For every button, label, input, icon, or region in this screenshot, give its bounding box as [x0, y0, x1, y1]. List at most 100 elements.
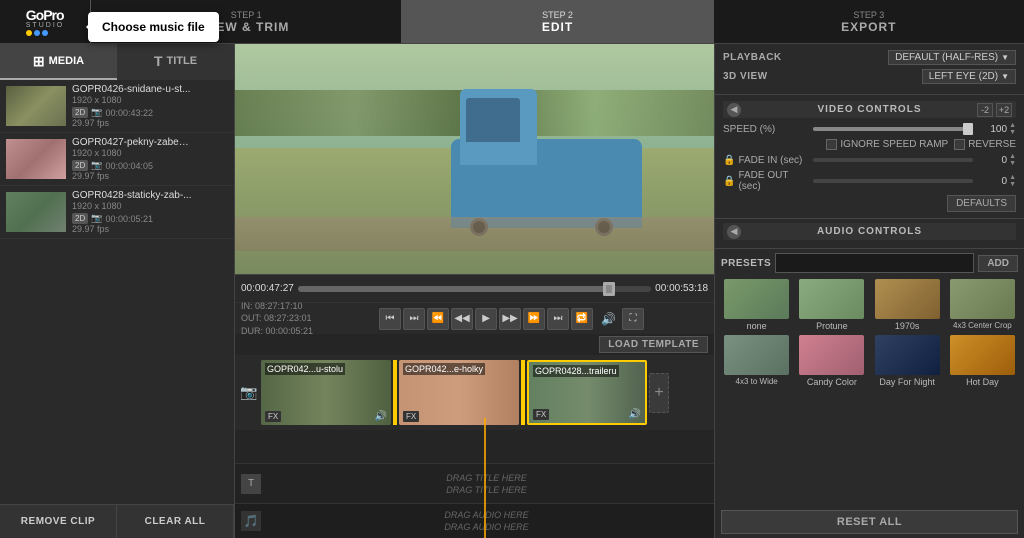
reverse-label: REVERSE — [968, 139, 1016, 150]
clip-thumbnail — [6, 192, 66, 232]
timeline-scrubber-row: 00:00:47:27 00:00:53:18 — [235, 274, 714, 302]
preset-hot-day[interactable]: Hot Day — [947, 335, 1018, 387]
fade-out-value: 0 — [977, 176, 1007, 187]
clip-divider[interactable] — [521, 360, 525, 425]
audio-track-icon[interactable]: 🎵 — [241, 511, 261, 531]
clip-fx: FX — [533, 409, 549, 420]
clip-info: GOPR0428-staticky-zab-... 1920 x 1080 2D… — [72, 190, 228, 234]
step1-num: STEP 1 — [231, 10, 262, 20]
in-out-info: IN: 08:27:17:10 OUT: 08:27:23:01 DUR: 00… — [241, 300, 313, 338]
lock-icon: 🔒 — [723, 155, 735, 166]
clip-thumbnail — [6, 86, 66, 126]
fadeout-up-arrow[interactable]: ▲ — [1009, 174, 1016, 181]
fadein-up-arrow[interactable]: ▲ — [1009, 153, 1016, 160]
play-btn[interactable]: ▶ — [475, 308, 497, 330]
preset-candy-color[interactable]: Candy Color — [796, 335, 867, 387]
tooltip: Choose music file — [88, 12, 219, 42]
reverse-checkbox[interactable] — [954, 139, 965, 150]
lock-icon2: 🔒 — [723, 176, 735, 187]
truck — [451, 102, 643, 229]
speed-down-arrow[interactable]: ▼ — [1009, 129, 1016, 136]
fadein-down-arrow[interactable]: ▼ — [1009, 160, 1016, 167]
fade-out-slider[interactable] — [813, 179, 973, 183]
minus2-btn[interactable]: -2 — [977, 103, 993, 117]
plus2-btn[interactable]: +2 — [996, 103, 1012, 117]
timeline-clip-selected[interactable]: GOPR0428...traileru FX 🔊 — [527, 360, 647, 425]
drag-title-1: DRAG TITLE HERE — [446, 473, 527, 483]
vc-buttons: -2 +2 — [977, 103, 1012, 117]
preset-day-for-night[interactable]: Day For Night — [872, 335, 943, 387]
clear-all-button[interactable]: CLEAR ALL — [117, 505, 234, 538]
preset-hotday-label: Hot Day — [966, 377, 999, 387]
fade-out-row: 🔒 FADE OUT (sec) 0 ▲ ▼ — [723, 170, 1016, 192]
timeline-scrubber[interactable] — [298, 286, 651, 292]
preset-4x3center-thumb — [950, 279, 1015, 319]
prev-clip-btn[interactable]: ⏮ — [379, 308, 401, 330]
preset-none[interactable]: none — [721, 279, 792, 331]
presets-search-input[interactable] — [775, 253, 974, 273]
preset-protune[interactable]: Protune — [796, 279, 867, 331]
list-item[interactable]: GOPR0428-staticky-zab-... 1920 x 1080 2D… — [0, 186, 234, 239]
prev-frame-btn[interactable]: ⏭ — [403, 308, 425, 330]
fade-out-arrows: ▲ ▼ — [1009, 174, 1016, 188]
rewind-btn[interactable]: ◀◀ — [451, 308, 473, 330]
preset-4x3center-label: 4x3 Center Crop — [953, 321, 1012, 330]
forward-fast-btn[interactable]: ⏩ — [523, 308, 545, 330]
tab-export[interactable]: STEP 3 EXPORT — [713, 0, 1024, 43]
tab-media[interactable]: ⊞ MEDIA — [0, 44, 117, 80]
title-track-icon[interactable]: T — [241, 474, 261, 494]
playback-dropdown[interactable]: DEFAULT (HALF-RES) ▼ — [888, 50, 1016, 65]
speed-slider-handle[interactable] — [963, 123, 973, 135]
scrubber-handle[interactable] — [603, 282, 615, 296]
clip-res: 1920 x 1080 — [72, 201, 228, 211]
list-item[interactable]: GOPR0427-pekny-zaber-... 1920 x 1080 2D … — [0, 133, 234, 186]
ignore-ramp-checkbox[interactable] — [826, 139, 837, 150]
speed-slider[interactable] — [813, 127, 973, 131]
reset-all-button[interactable]: RESET ALL — [721, 510, 1018, 534]
clip-divider[interactable] — [393, 360, 397, 425]
clip-name: GOPR0426-snidane-u-st... — [72, 84, 192, 95]
fadeout-down-arrow[interactable]: ▼ — [1009, 181, 1016, 188]
center-panel: 00:00:47:27 00:00:53:18 IN: 08:27:17:10 … — [235, 44, 714, 538]
preset-4x3wide[interactable]: 4x3 to Wide — [721, 335, 792, 387]
fade-in-slider[interactable] — [813, 158, 973, 162]
preview-video — [235, 44, 714, 274]
forward-btn[interactable]: ▶▶ — [499, 308, 521, 330]
clip-info: GOPR0427-pekny-zaber-... 1920 x 1080 2D … — [72, 137, 228, 181]
list-item[interactable]: GOPR0426-snidane-u-st... 1920 x 1080 2D … — [0, 80, 234, 133]
timeline-clip[interactable]: GOPR042...e-holky FX — [399, 360, 519, 425]
gopro-text: GoPro — [26, 8, 64, 22]
defaults-button[interactable]: DEFAULTS — [947, 195, 1016, 212]
speed-label: SPEED (%) — [723, 124, 813, 135]
loop-btn[interactable]: 🔁 — [571, 308, 593, 330]
preset-1970s[interactable]: 1970s — [872, 279, 943, 331]
title-drag-area: DRAG TITLE HERE DRAG TITLE HERE — [265, 473, 708, 495]
3d-view-dropdown[interactable]: LEFT EYE (2D) ▼ — [922, 69, 1016, 84]
title-icon: T — [154, 53, 163, 69]
speed-up-arrow[interactable]: ▲ — [1009, 122, 1016, 129]
presets-label: PRESETS — [721, 258, 771, 269]
timeline-clip[interactable]: GOPR042...u-stolu FX 🔊 — [261, 360, 391, 425]
next-clip-btn[interactable]: ⏭ — [547, 308, 569, 330]
tab-edit[interactable]: STEP 2 EDIT — [401, 0, 712, 43]
step-tabs: STEP 1 VIEW & TRIM STEP 2 EDIT STEP 3 EX… — [90, 0, 1024, 43]
tab-title[interactable]: T TITLE — [117, 44, 234, 80]
clip-fx: FX — [265, 411, 281, 422]
video-controls-toggle[interactable]: ◀ — [727, 103, 741, 117]
fullscreen-btn[interactable]: ⛶ — [622, 308, 644, 330]
fade-in-label: FADE IN (sec) — [738, 155, 802, 166]
checkbox-row: IGNORE SPEED RAMP REVERSE — [723, 139, 1016, 150]
preset-4x3center[interactable]: 4x3 Center Crop — [947, 279, 1018, 331]
audio-controls-toggle[interactable]: ◀ — [727, 225, 741, 239]
playback-label: PLAYBACK — [723, 52, 782, 63]
scrubber-fill — [298, 286, 609, 292]
clip-badge-2d: 2D — [72, 107, 88, 118]
remove-clip-button[interactable]: REMOVE CLIP — [0, 505, 117, 538]
rewind-fast-btn[interactable]: ⏪ — [427, 308, 449, 330]
media-tabs: ⊞ MEDIA T TITLE — [0, 44, 234, 80]
presets-add-button[interactable]: ADD — [978, 255, 1018, 272]
3d-view-value: LEFT EYE (2D) — [929, 71, 998, 82]
add-clip-button[interactable]: + — [649, 373, 669, 413]
load-template-button[interactable]: LOAD TEMPLATE — [599, 336, 708, 353]
clip-badges: 2D 📷 00:00:04:05 — [72, 160, 228, 171]
